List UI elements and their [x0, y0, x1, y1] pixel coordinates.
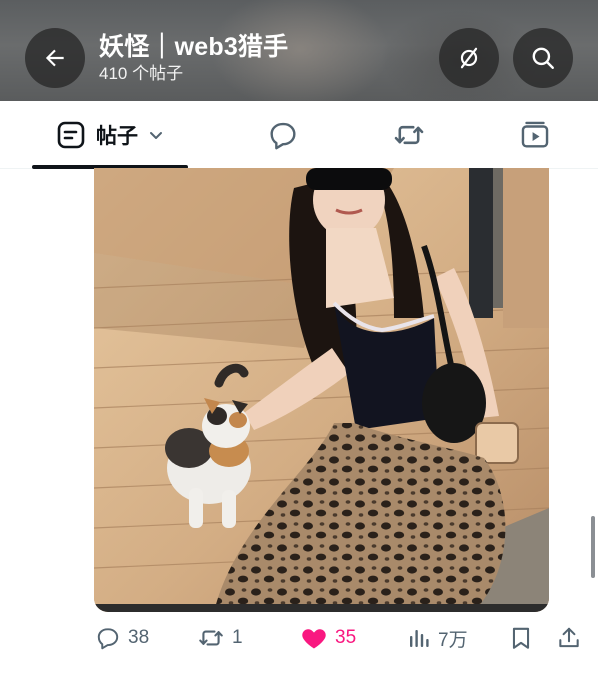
view-count: 7万: [438, 629, 468, 651]
tab-posts-label: 帖子: [96, 124, 138, 148]
post-action-bar: 38 1 35 7万: [0, 612, 598, 680]
heart-filled-icon: [302, 629, 326, 649]
bookmark-button[interactable]: [508, 612, 534, 664]
like-count: 35: [335, 627, 357, 648]
views-button[interactable]: 7万: [407, 612, 468, 664]
no-image-icon: [460, 47, 478, 69]
reply-bubble-icon: [270, 122, 296, 149]
tab-reposts[interactable]: [378, 101, 440, 168]
repost-icon: [394, 125, 424, 144]
profile-tabs: 帖子: [0, 101, 598, 169]
like-button[interactable]: 35: [300, 612, 356, 664]
search-icon: [532, 47, 554, 69]
media-icon: [521, 121, 549, 148]
reply-count: 38: [128, 627, 150, 648]
bookmark-icon: [512, 627, 530, 649]
tab-posts[interactable]: 帖子: [32, 101, 188, 168]
reply-icon: [97, 628, 119, 650]
share-icon: [559, 627, 579, 648]
repost-icon: [199, 630, 223, 646]
chevron-down-icon: [150, 131, 162, 139]
search-button[interactable]: [513, 28, 573, 88]
profile-title-block: 妖怪｜web3猎手 410 个帖子: [99, 32, 288, 84]
tab-media[interactable]: [504, 101, 566, 168]
repost-count: 1: [232, 627, 243, 648]
profile-header: 妖怪｜web3猎手 410 个帖子: [0, 0, 598, 101]
toggle-media-button[interactable]: [439, 28, 499, 88]
tab-replies[interactable]: [252, 101, 314, 168]
profile-name: 妖怪｜web3猎手: [99, 33, 289, 61]
reply-button[interactable]: 38: [95, 612, 149, 664]
post-count: 410 个帖子: [99, 64, 184, 83]
back-button[interactable]: [25, 28, 85, 88]
post-photo[interactable]: [94, 168, 549, 612]
photo-illustration: [94, 168, 549, 612]
analytics-icon: [410, 630, 429, 647]
share-button[interactable]: [556, 612, 582, 664]
arrow-left-icon: [45, 49, 64, 67]
repost-button[interactable]: 1: [197, 612, 243, 664]
posts-icon: [57, 121, 85, 148]
scrollbar[interactable]: [591, 516, 595, 578]
